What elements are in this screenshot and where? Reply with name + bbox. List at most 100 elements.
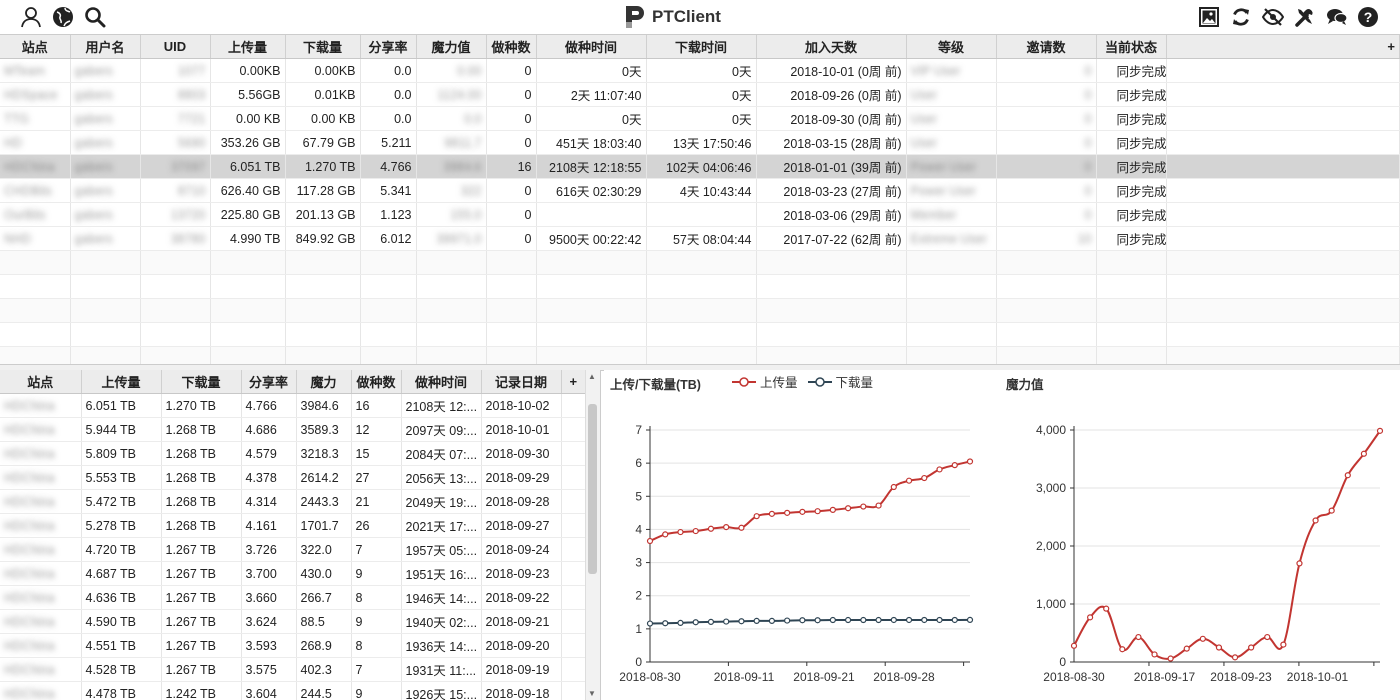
add-column-button[interactable]: + bbox=[561, 370, 586, 394]
column-header[interactable]: 站点 bbox=[0, 370, 82, 394]
cell-bonus: 268.9 bbox=[296, 633, 352, 658]
table-row[interactable]: CHDBits gabers 8710 626.40 GB 117.28 GB 5.341… bbox=[0, 178, 1400, 203]
cell-ratio: 4.766 bbox=[241, 393, 297, 418]
image-icon[interactable] bbox=[1197, 5, 1221, 29]
cell-invites: 0 bbox=[996, 106, 1097, 131]
table-row[interactable]: HDChina 4.636 TB 1.267 TB 3.660 266.7 8 1946天 … bbox=[0, 585, 586, 610]
data-point bbox=[1087, 614, 1094, 621]
user-icon[interactable] bbox=[19, 5, 43, 29]
table-row[interactable]: HDChina 5.944 TB 1.268 TB 4.686 3589.3 12 2097… bbox=[0, 417, 586, 442]
search-icon[interactable] bbox=[83, 5, 107, 29]
data-point bbox=[905, 477, 913, 484]
cell-site: HDChina bbox=[0, 465, 82, 490]
table-row[interactable]: HDChina gabers 37097 6.051 TB 1.270 TB 4.766 3… bbox=[0, 154, 1400, 179]
column-header[interactable]: 加入天数 bbox=[756, 35, 907, 59]
chat-icon[interactable] bbox=[1325, 5, 1349, 29]
table-row[interactable]: HDChina 6.051 TB 1.270 TB 4.766 3984.6 16 2108… bbox=[0, 393, 586, 418]
data-point bbox=[768, 617, 776, 625]
cell-uid: 13720 bbox=[140, 202, 211, 227]
y-tick-label: 6 bbox=[635, 456, 642, 470]
table-row[interactable]: TTG gabers 7721 0.00 KB 0.00 KB 0.0 0.0 0 0天 0天 20… bbox=[0, 106, 1400, 131]
data-point bbox=[692, 527, 699, 535]
column-header[interactable]: 下载时间 bbox=[646, 35, 757, 59]
help-icon[interactable]: ? bbox=[1356, 5, 1380, 29]
table-row[interactable]: HDChina 4.551 TB 1.267 TB 3.593 268.9 8 1936天 … bbox=[0, 633, 586, 658]
column-header[interactable]: 等级 bbox=[906, 35, 997, 59]
toolbar: PTClient ? bbox=[0, 0, 1400, 34]
data-point bbox=[1376, 427, 1384, 434]
cell-invites: 10 bbox=[996, 226, 1097, 251]
column-header[interactable]: 记录日期 bbox=[481, 370, 562, 394]
column-header[interactable]: 做种时间 bbox=[401, 370, 482, 394]
column-header[interactable]: 邀请数 bbox=[996, 35, 1097, 59]
column-header[interactable]: 分享率 bbox=[360, 35, 417, 59]
table-row[interactable]: HDChina 5.809 TB 1.268 TB 4.579 3218.3 15 2084… bbox=[0, 441, 586, 466]
column-header[interactable]: 魔力 bbox=[296, 370, 352, 394]
tools-icon[interactable] bbox=[1293, 5, 1317, 29]
globe-icon[interactable] bbox=[51, 5, 75, 29]
column-header[interactable]: 站点 bbox=[0, 35, 71, 59]
cell-seed_time: 1951天 16:... bbox=[401, 561, 482, 586]
cell-seeding: 9 bbox=[351, 609, 402, 634]
cell-dl_time: 13天 17:50:46 bbox=[646, 130, 757, 155]
table-row[interactable]: HDChina 4.528 TB 1.267 TB 3.575 402.3 7 1931天 … bbox=[0, 657, 586, 682]
cell-seed_time: 2108天 12:... bbox=[401, 393, 482, 418]
history-scrollbar[interactable]: ▲ ▼ bbox=[585, 370, 600, 700]
column-header[interactable]: 下载量 bbox=[285, 35, 361, 59]
table-row[interactable]: HDSpace gabers 8803 5.56GB 0.01KB 0.0 1124.00 0… bbox=[0, 82, 1400, 107]
column-header[interactable]: 用户名 bbox=[70, 35, 141, 59]
table-row[interactable]: MTeam gabers 1077 0.00KB 0.00KB 0.0 0.00 0 0天 0天 2… bbox=[0, 58, 1400, 83]
column-header[interactable]: UID bbox=[140, 35, 211, 59]
cell-seed_time: 2097天 09:... bbox=[401, 417, 482, 442]
cell-seed_time: 2021天 17:... bbox=[401, 513, 482, 538]
table-row[interactable]: HDChina 5.472 TB 1.268 TB 4.314 2443.3 21 2049… bbox=[0, 489, 586, 514]
column-header[interactable]: 做种时间 bbox=[536, 35, 647, 59]
cell-seeding: 7 bbox=[351, 537, 402, 562]
cell-site: HDSpace bbox=[0, 82, 71, 107]
column-header[interactable]: 做种数 bbox=[486, 35, 537, 59]
cell-download: 1.267 TB bbox=[161, 537, 242, 562]
table-row[interactable]: HDChina 4.478 TB 1.242 TB 3.604 244.5 9 1926天 … bbox=[0, 681, 586, 700]
table-row[interactable]: HD gabers 5690 353.26 GB 67.79 GB 5.211 9811.7… bbox=[0, 130, 1400, 155]
table-row[interactable]: NHD gabers 38780 4.990 TB 849.92 GB 6.012 3997… bbox=[0, 226, 1400, 251]
scrollbar-thumb[interactable] bbox=[588, 404, 597, 574]
table-row[interactable]: HDChina 5.278 TB 1.268 TB 4.161 1701.7 26 2021… bbox=[0, 513, 586, 538]
cell-upload: 5.553 TB bbox=[81, 465, 162, 490]
cell-date: 2018-09-20 bbox=[481, 633, 562, 658]
cell-seeding: 0 bbox=[486, 82, 537, 107]
empty-cell bbox=[285, 250, 361, 275]
history-table: 站点 上传量 下载量 分享率 魔力 做种数 做种时间 记录日期 + HDChina 6.051 T… bbox=[0, 370, 601, 700]
table-row[interactable]: HDChina 4.590 TB 1.267 TB 3.624 88.5 9 1940天 0… bbox=[0, 609, 586, 634]
table-row[interactable]: HDChina 5.553 TB 1.268 TB 4.378 2614.2 27 2056… bbox=[0, 465, 586, 490]
cell-bonus: 3984.6 bbox=[296, 393, 352, 418]
column-header[interactable]: 魔力值 bbox=[416, 35, 487, 59]
column-header[interactable]: 下载量 bbox=[161, 370, 242, 394]
add-column-button[interactable]: + bbox=[1166, 35, 1400, 59]
data-point bbox=[875, 502, 882, 509]
column-header[interactable]: 做种数 bbox=[351, 370, 402, 394]
scroll-up-arrow-icon[interactable]: ▲ bbox=[588, 372, 596, 381]
scroll-down-arrow-icon[interactable]: ▼ bbox=[588, 689, 596, 698]
table-row[interactable]: HDChina 4.687 TB 1.267 TB 3.700 430.0 9 1951天 … bbox=[0, 561, 586, 586]
cell-upload: 4.720 TB bbox=[81, 537, 162, 562]
cell-site: HDChina bbox=[0, 154, 71, 179]
empty-cell bbox=[0, 322, 71, 347]
cell-download: 1.270 TB bbox=[285, 154, 361, 179]
column-header[interactable]: 当前状态 bbox=[1096, 35, 1167, 59]
cell-download: 1.267 TB bbox=[161, 609, 242, 634]
cell-upload: 626.40 GB bbox=[210, 178, 286, 203]
column-header[interactable]: 上传量 bbox=[210, 35, 286, 59]
column-header[interactable]: 分享率 bbox=[241, 370, 297, 394]
y-tick-label: 0 bbox=[1059, 655, 1066, 669]
data-point bbox=[860, 616, 867, 624]
app-name: PTClient bbox=[652, 7, 721, 26]
cell-date: 2018-09-29 bbox=[481, 465, 562, 490]
column-header[interactable]: 上传量 bbox=[81, 370, 162, 394]
filler-cell bbox=[1166, 154, 1400, 179]
empty-cell bbox=[140, 274, 211, 299]
empty-cell bbox=[906, 250, 997, 275]
eye-off-icon[interactable] bbox=[1261, 5, 1285, 29]
table-row[interactable]: OurBits gabers 13720 225.80 GB 201.13 GB 1.12… bbox=[0, 202, 1400, 227]
table-row[interactable]: HDChina 4.720 TB 1.267 TB 3.726 322.0 7 1957天 … bbox=[0, 537, 586, 562]
refresh-icon[interactable] bbox=[1229, 5, 1253, 29]
